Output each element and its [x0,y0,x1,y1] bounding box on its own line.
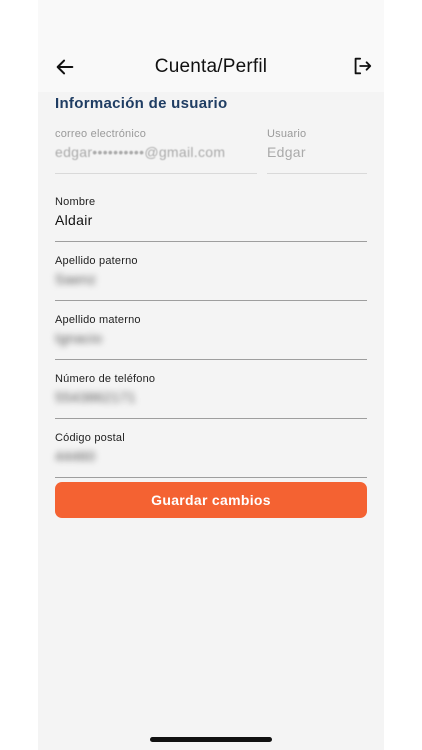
telefono-underline [55,418,367,419]
codigo-postal-underline [55,477,367,478]
page-title: Cuenta/Perfil [154,56,268,77]
home-indicator [150,737,272,742]
apellido-paterno-input[interactable]: Saenz [55,271,367,291]
email-underline [55,173,257,174]
apellido-materno-label: Apellido materno [55,314,141,326]
app-header: Cuenta/Perfil [38,0,384,92]
telefono-field[interactable]: Número de teléfono 5543862171 [55,373,367,419]
section-title: Información de usuario [55,95,228,112]
apellido-paterno-label: Apellido paterno [55,255,138,267]
codigo-postal-input[interactable]: 44460 [55,448,367,468]
profile-screen: Cuenta/Perfil Información de usuario cor… [38,0,384,750]
email-value: edgar••••••••••@gmail.com [55,144,226,160]
nombre-field[interactable]: Nombre Aldair [55,196,367,242]
email-label: correo electrónico [55,128,147,140]
apellido-materno-field[interactable]: Apellido materno Ignacio [55,314,367,360]
email-field: correo electrónico edgar••••••••••@gmail… [55,128,257,174]
nombre-underline [55,241,367,242]
logout-icon[interactable] [351,55,373,77]
apellido-paterno-underline [55,300,367,301]
username-underline [267,173,367,174]
username-label: Usuario [267,128,307,140]
apellido-materno-input[interactable]: Ignacio [55,330,367,350]
apellido-paterno-field[interactable]: Apellido paterno Saenz [55,255,367,301]
save-button[interactable]: Guardar cambios [55,482,367,518]
telefono-input[interactable]: 5543862171 [55,389,367,409]
codigo-postal-field[interactable]: Código postal 44460 [55,432,367,478]
nombre-input[interactable]: Aldair [55,212,367,232]
telefono-label: Número de teléfono [55,373,156,385]
apellido-materno-underline [55,359,367,360]
codigo-postal-label: Código postal [55,432,125,444]
username-field: Usuario Edgar [267,128,367,174]
username-value: Edgar [267,144,306,160]
nombre-label: Nombre [55,196,96,208]
